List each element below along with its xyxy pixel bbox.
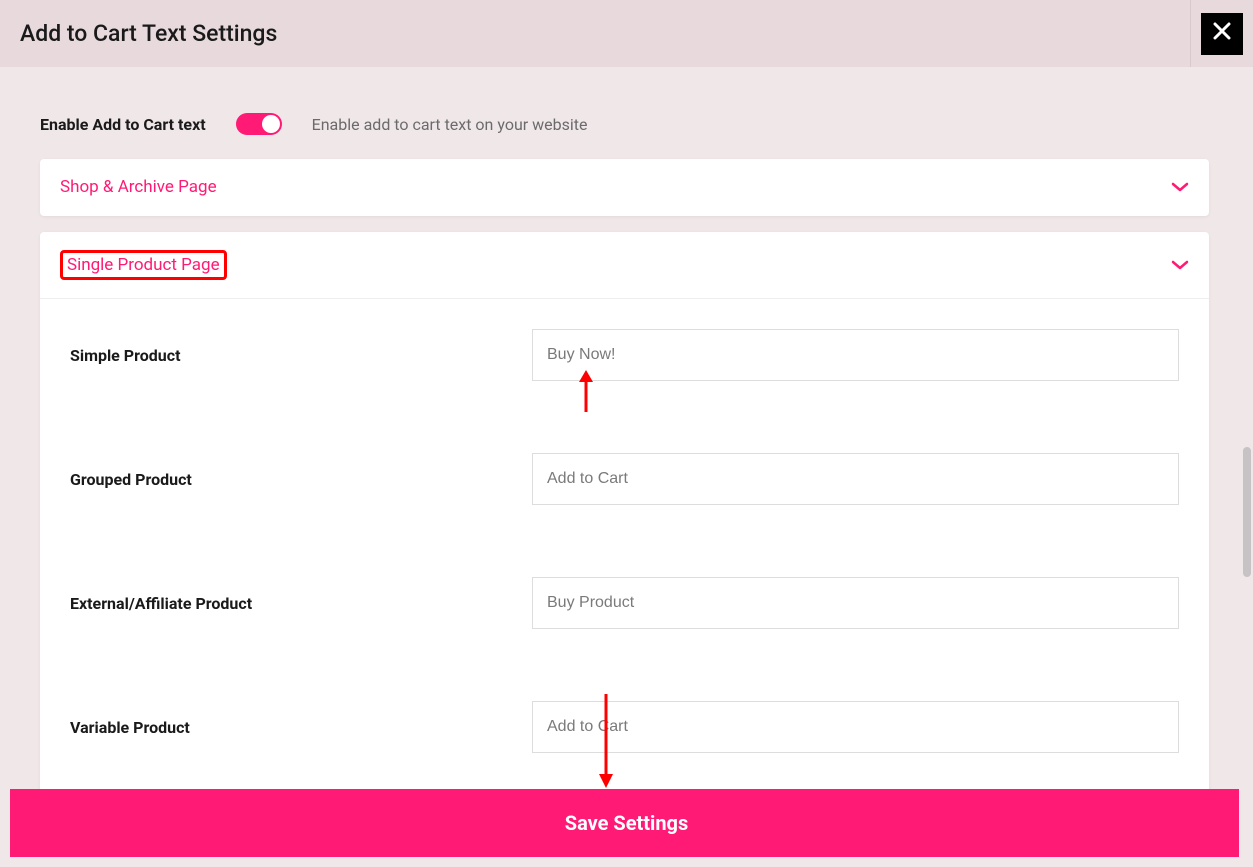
modal-header: Add to Cart Text Settings — [0, 0, 1253, 67]
row-external-product: External/Affiliate Product — [70, 577, 1179, 629]
chevron-down-icon — [1171, 259, 1189, 271]
accordion-title-shop-archive: Shop & Archive Page — [60, 177, 217, 197]
scrollbar-thumb[interactable] — [1243, 447, 1251, 577]
modal-title: Add to Cart Text Settings — [20, 20, 277, 47]
enable-toggle[interactable] — [236, 113, 282, 135]
chevron-down-icon — [1171, 181, 1189, 193]
annotation-highlight-box: Single Product Page — [60, 250, 227, 280]
input-grouped-product[interactable] — [532, 453, 1179, 505]
input-external-product[interactable] — [532, 577, 1179, 629]
row-variable-product: Variable Product — [70, 701, 1179, 753]
label-external-product: External/Affiliate Product — [70, 594, 532, 613]
accordion-single-product: Single Product Page Simple Product Group… — [40, 232, 1209, 793]
label-simple-product: Simple Product — [70, 346, 532, 365]
close-button-wrapper — [1190, 0, 1243, 67]
close-button[interactable] — [1201, 13, 1243, 55]
save-settings-label: Save Settings — [565, 811, 689, 835]
accordion-shop-archive: Shop & Archive Page — [40, 159, 1209, 216]
enable-row: Enable Add to Cart text Enable add to ca… — [40, 113, 1209, 135]
close-icon — [1213, 21, 1231, 46]
accordion-title-single-product: Single Product Page — [67, 255, 220, 275]
save-settings-button[interactable]: Save Settings — [10, 789, 1243, 857]
enable-description: Enable add to cart text on your website — [312, 115, 588, 134]
accordion-body-single-product: Simple Product Grouped Product External/… — [40, 299, 1209, 793]
row-simple-product: Simple Product — [70, 329, 1179, 381]
enable-label: Enable Add to Cart text — [40, 115, 206, 134]
accordion-header-shop-archive[interactable]: Shop & Archive Page — [40, 159, 1209, 216]
row-grouped-product: Grouped Product — [70, 453, 1179, 505]
accordion-header-single-product[interactable]: Single Product Page — [40, 232, 1209, 299]
label-variable-product: Variable Product — [70, 718, 532, 737]
label-grouped-product: Grouped Product — [70, 470, 532, 489]
scrollbar-track — [1239, 67, 1253, 867]
modal-content: Enable Add to Cart text Enable add to ca… — [0, 67, 1253, 793]
input-simple-product[interactable] — [532, 329, 1179, 381]
input-variable-product[interactable] — [532, 701, 1179, 753]
toggle-knob — [262, 115, 280, 133]
